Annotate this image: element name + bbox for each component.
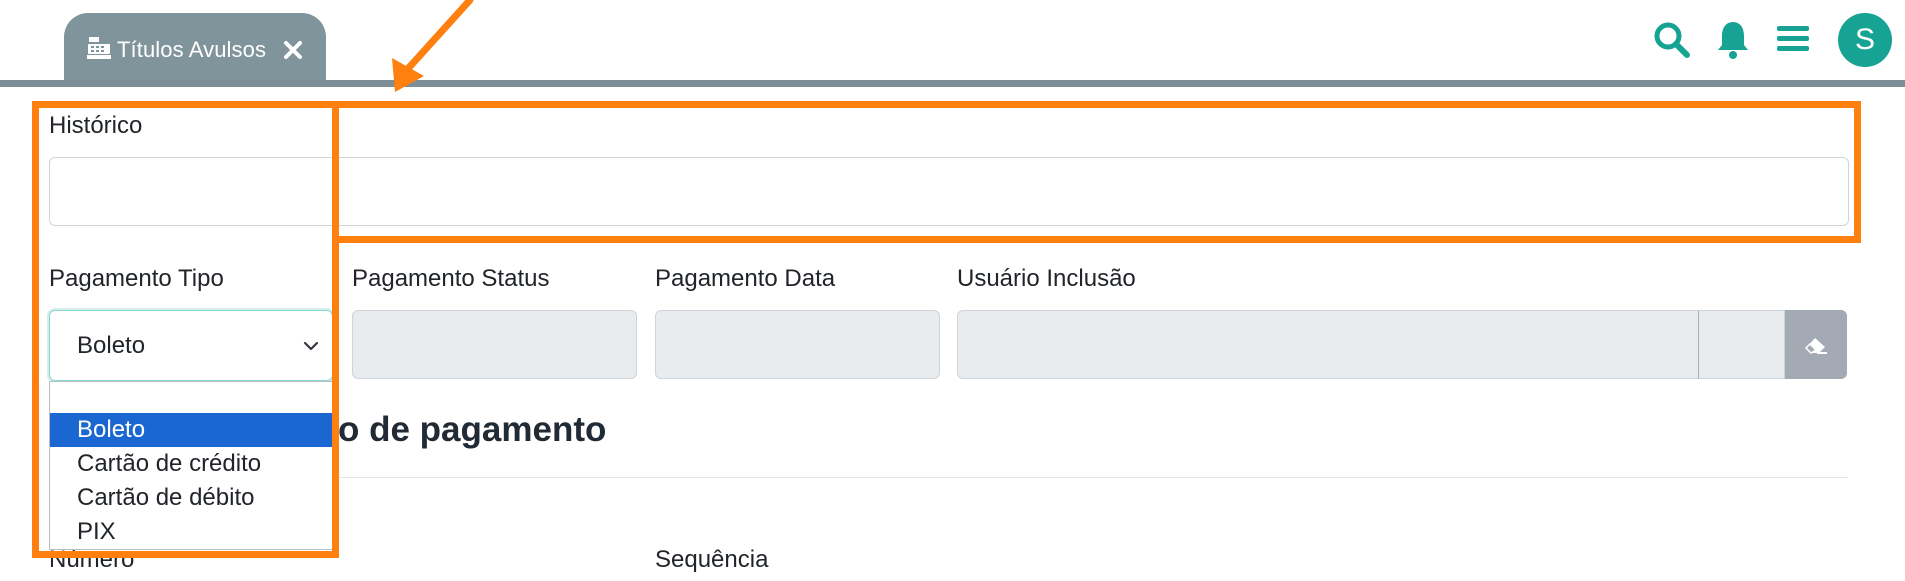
search-icon[interactable] [1650, 18, 1692, 60]
section-divider [333, 477, 1848, 478]
sequencia-label: Sequência [655, 546, 769, 573]
pagamento-tipo-value: Boleto [77, 332, 146, 359]
option-boleto[interactable]: Boleto [50, 413, 332, 447]
pagamento-tipo-select[interactable]: Boleto [49, 310, 333, 381]
pagamento-data-field [655, 310, 940, 379]
highlight-box-bottom-edge [332, 236, 1861, 243]
menu-icon[interactable] [1772, 18, 1814, 60]
close-icon[interactable] [282, 39, 304, 61]
section-title: o de pagamento [338, 410, 607, 449]
pagamento-tipo-label: Pagamento Tipo [49, 265, 224, 292]
tab-titulos-avulsos[interactable]: Títulos Avulsos [64, 13, 326, 80]
usuario-inclusao-addon [1698, 310, 1785, 379]
pagamento-status-label: Pagamento Status [352, 265, 550, 292]
historico-input[interactable] [49, 157, 1849, 226]
usuario-inclusao-label: Usuário Inclusão [957, 265, 1136, 292]
header-divider [0, 80, 1905, 87]
bell-icon[interactable] [1712, 18, 1754, 60]
top-bar: Títulos Avulsos S [0, 0, 1905, 80]
cash-register-icon [87, 37, 111, 59]
eraser-icon [1804, 337, 1827, 354]
historico-label: Histórico [49, 112, 143, 139]
usuario-inclusao-field [957, 310, 1699, 379]
tab-label: Títulos Avulsos [117, 37, 267, 62]
option-pix[interactable]: PIX [50, 515, 332, 549]
pagamento-status-field [352, 310, 637, 379]
arrow-annotation [392, 0, 474, 92]
pagamento-data-label: Pagamento Data [655, 265, 836, 292]
avatar[interactable]: S [1838, 13, 1892, 67]
clear-button[interactable] [1785, 310, 1847, 379]
chevron-down-icon [303, 341, 319, 351]
pagamento-tipo-dropdown: Boleto Cartão de crédito Cartão de débit… [49, 381, 333, 550]
option-cartao-debito[interactable]: Cartão de débito [50, 481, 332, 515]
numero-label: Número [49, 546, 135, 573]
option-cartao-credito[interactable]: Cartão de crédito [50, 447, 332, 481]
